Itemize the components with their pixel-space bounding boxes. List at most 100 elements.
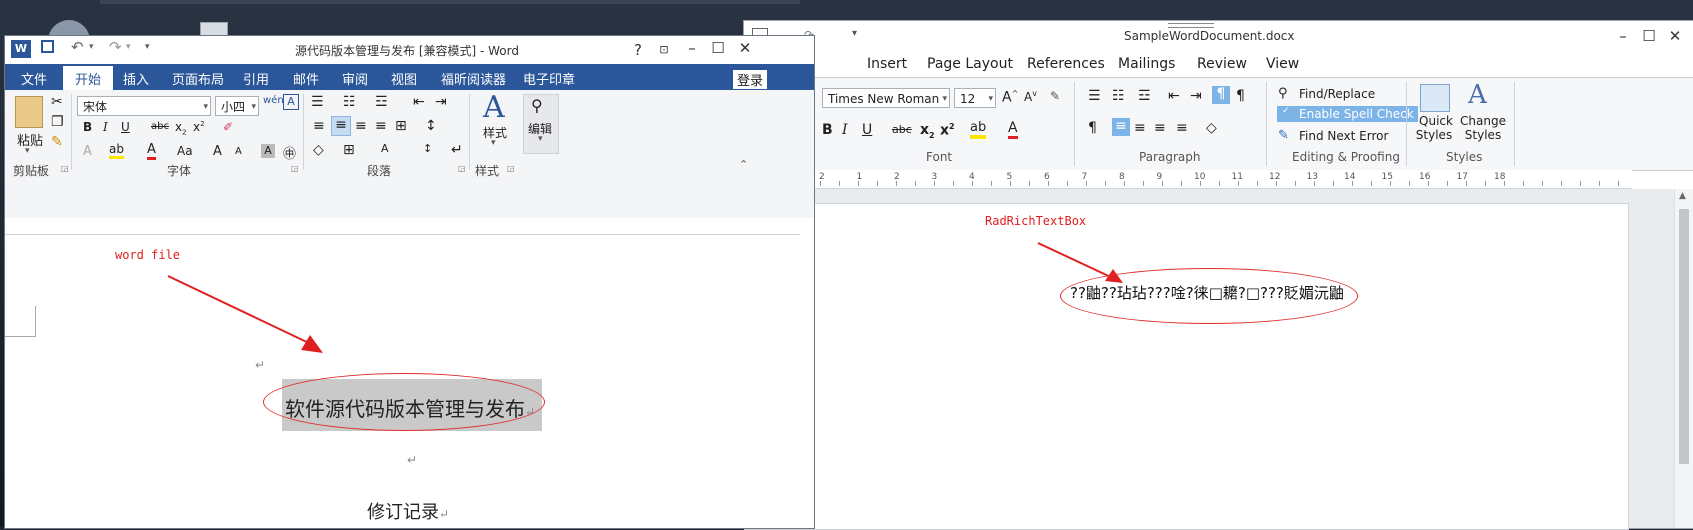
- dialog-launcher-icon[interactable]: ◲: [458, 164, 466, 173]
- font-name-dropdown[interactable]: Times New Roman ▾: [822, 88, 950, 108]
- tab-view[interactable]: 视图: [391, 69, 417, 88]
- grow-font-icon[interactable]: A: [213, 144, 222, 159]
- tab-file[interactable]: 文件: [21, 69, 47, 88]
- tab-references[interactable]: References: [1027, 56, 1105, 72]
- enclose-characters-icon[interactable]: ㊥: [283, 143, 296, 162]
- revision-heading[interactable]: 修订记录↵: [367, 498, 449, 524]
- change-styles-label-2[interactable]: Styles: [1460, 128, 1506, 142]
- decrease-indent-icon[interactable]: ⇤: [413, 94, 425, 110]
- copy-icon[interactable]: ❐: [51, 114, 64, 130]
- subscript-icon[interactable]: x2: [175, 120, 187, 136]
- change-case-icon[interactable]: Aa: [177, 144, 193, 158]
- increase-indent-icon[interactable]: ⇥: [1190, 88, 1202, 104]
- character-border-icon[interactable]: A: [283, 94, 299, 110]
- character-shading-icon[interactable]: A: [261, 144, 275, 158]
- text-effects-icon[interactable]: A: [83, 144, 92, 159]
- increase-indent-icon[interactable]: ⇥: [435, 94, 447, 110]
- chevron-down-icon[interactable]: ▾: [126, 42, 131, 52]
- tab-references[interactable]: 引用: [243, 69, 269, 88]
- highlight-color-icon[interactable]: ab: [970, 120, 987, 139]
- multilevel-list-icon[interactable]: ☲: [1138, 88, 1151, 104]
- ribbon-display-icon[interactable]: ⊡: [653, 41, 675, 59]
- tab-view[interactable]: View: [1266, 56, 1299, 72]
- align-left-icon[interactable]: ≡: [313, 118, 325, 134]
- superscript-icon[interactable]: x2: [940, 122, 955, 139]
- bold-icon[interactable]: B: [822, 122, 833, 138]
- tab-foxit-reader[interactable]: 福昕阅读器: [441, 69, 506, 88]
- shading-icon[interactable]: ◇: [313, 142, 324, 158]
- strikethrough-icon[interactable]: abc: [892, 123, 912, 136]
- phonetic-guide-icon[interactable]: wén: [263, 95, 284, 106]
- font-color-icon[interactable]: A: [1008, 120, 1018, 139]
- chevron-down-icon[interactable]: ▾: [491, 138, 496, 148]
- minimize-icon[interactable]: –: [681, 39, 703, 57]
- distributed-icon[interactable]: ⊞: [395, 118, 407, 134]
- tab-page-layout[interactable]: Page Layout: [927, 56, 1013, 72]
- format-painter-icon[interactable]: ✎: [51, 134, 63, 150]
- collapse-ribbon-icon[interactable]: ⌃: [739, 158, 748, 171]
- change-styles-label-1[interactable]: Change: [1460, 114, 1506, 128]
- tab-insert[interactable]: Insert: [867, 56, 907, 72]
- font-name-dropdown[interactable]: 宋体 ▾: [77, 96, 211, 116]
- close-icon[interactable]: ✕: [734, 39, 756, 57]
- align-center-icon[interactable]: ≡: [331, 116, 351, 136]
- save-icon[interactable]: [41, 40, 54, 53]
- shrink-font-icon[interactable]: Av: [1024, 89, 1037, 104]
- grow-font-icon[interactable]: A^: [1002, 89, 1018, 106]
- chevron-down-icon[interactable]: ▾: [89, 42, 94, 52]
- find-replace-button[interactable]: Find/Replace: [1299, 87, 1375, 101]
- justify-icon[interactable]: ≡: [375, 118, 387, 134]
- help-icon[interactable]: ?: [627, 41, 649, 59]
- document-page[interactable]: RadRichTextBox ??鼬??玷玷???唫?徕□耱?□???貶媚沅鼬: [744, 203, 1629, 530]
- clear-format-icon[interactable]: ✎: [1050, 89, 1060, 103]
- ltr-icon[interactable]: ¶: [1088, 120, 1097, 136]
- vertical-scrollbar[interactable]: ▲: [1674, 189, 1693, 528]
- horizontal-ruler[interactable]: 312123456789101112131415161718: [744, 170, 1632, 189]
- superscript-icon[interactable]: x2: [193, 120, 205, 134]
- align-right-icon[interactable]: ≡: [355, 118, 367, 134]
- numbering-icon[interactable]: ☷: [343, 94, 356, 110]
- chevron-down-icon[interactable]: ▾: [25, 146, 30, 156]
- dialog-launcher-icon[interactable]: ◲: [61, 164, 69, 173]
- bold-icon[interactable]: B: [83, 120, 92, 134]
- font-size-dropdown[interactable]: 小四 ▾: [215, 96, 259, 116]
- borders-icon[interactable]: ⊞: [343, 142, 355, 158]
- subscript-icon[interactable]: x2: [920, 122, 935, 140]
- decrease-indent-icon[interactable]: ⇤: [1168, 88, 1180, 104]
- align-center-icon[interactable]: ≡: [1134, 120, 1146, 136]
- bullets-icon[interactable]: ☰: [1088, 88, 1101, 104]
- maximize-icon[interactable]: ☐: [707, 39, 729, 57]
- tab-e-seal[interactable]: 电子印章: [523, 69, 575, 88]
- tab-review[interactable]: Review: [1197, 56, 1247, 72]
- maximize-icon[interactable]: ☐: [1638, 27, 1660, 45]
- shrink-font-icon[interactable]: A: [235, 146, 242, 157]
- tab-home[interactable]: 开始: [63, 66, 114, 92]
- italic-icon[interactable]: I: [842, 122, 848, 138]
- tab-page-layout[interactable]: 页面布局: [172, 69, 224, 88]
- qat-dropdown-icon[interactable]: ▾: [852, 28, 857, 39]
- close-icon[interactable]: ✕: [1664, 27, 1686, 45]
- scrollbar-thumb[interactable]: [1679, 209, 1689, 464]
- align-right-icon[interactable]: ≡: [1154, 120, 1166, 136]
- highlight-color-icon[interactable]: ab: [109, 142, 124, 159]
- underline-icon[interactable]: U: [121, 120, 130, 134]
- italic-icon[interactable]: I: [103, 120, 108, 134]
- bullets-icon[interactable]: ☰: [311, 94, 324, 110]
- minimize-icon[interactable]: –: [1612, 27, 1634, 45]
- dialog-launcher-icon[interactable]: ◲: [291, 164, 299, 173]
- clear-formatting-icon[interactable]: ✐: [223, 120, 233, 134]
- dialog-launcher-icon[interactable]: ◲: [507, 164, 515, 173]
- align-left-icon[interactable]: ≡: [1112, 118, 1130, 136]
- quick-styles-label-1[interactable]: Quick: [1416, 114, 1456, 128]
- enable-spell-check-button[interactable]: Enable Spell Check: [1277, 106, 1418, 122]
- login-link[interactable]: 登录: [733, 70, 768, 89]
- font-color-icon[interactable]: A: [147, 142, 156, 160]
- tab-mailings[interactable]: Mailings: [1118, 56, 1175, 72]
- multilevel-list-icon[interactable]: ☲: [375, 94, 388, 110]
- redo-icon[interactable]: ↷: [109, 38, 122, 56]
- qat-customize-icon[interactable]: ▾: [145, 42, 150, 52]
- scroll-up-icon[interactable]: ▲: [1679, 191, 1686, 201]
- underline-icon[interactable]: U: [862, 122, 872, 138]
- rtl-icon[interactable]: ¶: [1236, 88, 1245, 104]
- justify-icon[interactable]: ≡: [1176, 120, 1188, 136]
